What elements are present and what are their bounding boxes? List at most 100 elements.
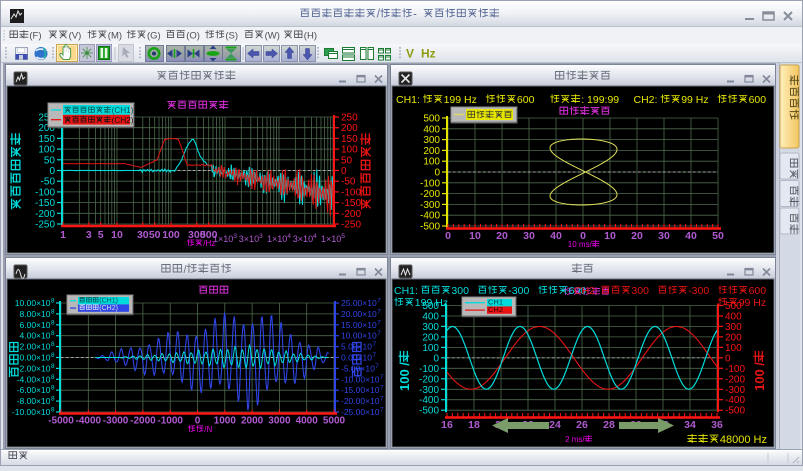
svg-text:28: 28	[603, 419, 615, 431]
svg-text:40: 40	[550, 230, 562, 242]
svg-text:-500: -500	[419, 406, 439, 417]
svg-text:2 ms/: 2 ms/	[565, 435, 585, 444]
svg-text:600: 600	[749, 94, 767, 106]
svg-text:20.00×10: 20.00×10	[341, 309, 377, 319]
svg-text:-3000: -3000	[103, 416, 129, 427]
svg-text:(W): (W)	[265, 31, 280, 42]
svg-text:-300: -300	[508, 285, 529, 297]
svg-text:CH1:: CH1:	[394, 285, 418, 297]
svg-text:(M): (M)	[108, 31, 122, 42]
svg-text:8: 8	[51, 330, 55, 337]
svg-text:(CH1): (CH1)	[99, 298, 118, 305]
svg-text:200: 200	[341, 123, 358, 134]
svg-text:CH2: CH2	[488, 305, 503, 314]
svg-text:-20.00×10: -20.00×10	[341, 396, 380, 406]
svg-text:300: 300	[631, 285, 649, 297]
svg-text:3000: 3000	[268, 416, 291, 427]
svg-text:40: 40	[685, 230, 697, 242]
svg-text:400: 400	[423, 124, 440, 135]
svg-text:50: 50	[341, 155, 353, 166]
svg-text:-4000: -4000	[76, 416, 102, 427]
svg-text:1000: 1000	[214, 416, 237, 427]
svg-text:(CH1): (CH1)	[112, 106, 134, 115]
svg-text:-200: -200	[725, 374, 745, 385]
svg-text:100: 100	[162, 229, 180, 241]
svg-text:500: 500	[725, 301, 742, 312]
svg-text:-100: -100	[419, 364, 439, 375]
svg-text:-10.00×10: -10.00×10	[12, 407, 51, 417]
svg-text:-300: -300	[688, 285, 709, 297]
svg-text:-200: -200	[341, 209, 361, 220]
svg-text:7: 7	[377, 308, 381, 315]
svg-text:7: 7	[380, 385, 384, 392]
svg-text:5000: 5000	[323, 416, 346, 427]
svg-text:CH1:: CH1:	[396, 94, 420, 106]
svg-text:-400: -400	[419, 395, 439, 406]
svg-text:10.00×10: 10.00×10	[341, 331, 377, 341]
svg-text:(H): (H)	[304, 31, 317, 42]
svg-text:30: 30	[137, 229, 149, 241]
svg-text:8: 8	[51, 319, 55, 326]
svg-text:99 Hz: 99 Hz	[681, 94, 708, 106]
svg-text:8: 8	[51, 308, 55, 315]
svg-text:7: 7	[375, 363, 379, 370]
svg-text:-100: -100	[35, 187, 55, 198]
svg-text:0: 0	[433, 353, 439, 364]
svg-text:150: 150	[38, 134, 55, 145]
svg-text:-500: -500	[420, 222, 440, 233]
svg-text:7: 7	[380, 407, 384, 414]
svg-text:199 Hz: 199 Hz	[444, 94, 477, 106]
svg-text:-50: -50	[341, 177, 356, 188]
svg-text:200: 200	[725, 332, 742, 343]
svg-text:-100: -100	[420, 178, 440, 189]
svg-text:-150: -150	[35, 198, 55, 209]
svg-text:(G): (G)	[147, 31, 161, 42]
svg-text:18: 18	[468, 419, 480, 431]
svg-text:100 /: 100 /	[397, 362, 412, 391]
svg-text:-25.00×10: -25.00×10	[341, 407, 380, 417]
svg-text:100: 100	[422, 343, 439, 354]
svg-text:8: 8	[51, 407, 55, 414]
svg-text:-300: -300	[420, 200, 440, 211]
svg-text:20: 20	[631, 230, 643, 242]
svg-text:10: 10	[111, 229, 123, 241]
svg-text:24: 24	[549, 419, 561, 431]
svg-text:8: 8	[51, 298, 55, 305]
svg-text:4.00×10: 4.00×10	[20, 331, 51, 341]
svg-text:-200: -200	[420, 189, 440, 200]
svg-text:-400: -400	[725, 395, 745, 406]
svg-text:(O): (O)	[186, 31, 200, 42]
svg-text:(F): (F)	[29, 31, 41, 42]
svg-text:20: 20	[496, 230, 508, 242]
svg-text:3×10: 3×10	[239, 234, 259, 244]
svg-text:6.00×10: 6.00×10	[20, 320, 51, 330]
svg-text:200: 200	[422, 332, 439, 343]
svg-text:50: 50	[44, 155, 56, 166]
svg-text:4: 4	[313, 233, 317, 240]
svg-text:16: 16	[441, 419, 453, 431]
svg-text:50: 50	[712, 230, 724, 242]
svg-text:200: 200	[423, 146, 440, 157]
svg-text:-100: -100	[341, 187, 361, 198]
svg-text:-400: -400	[420, 211, 440, 222]
svg-text:-250: -250	[341, 220, 361, 231]
svg-text:400: 400	[725, 312, 742, 323]
svg-text:48000 Hz: 48000 Hz	[720, 434, 767, 446]
svg-text:-100: -100	[725, 364, 745, 375]
svg-text:99 Hz: 99 Hz	[739, 297, 766, 309]
svg-text:10: 10	[604, 230, 616, 242]
svg-text:500: 500	[422, 301, 439, 312]
svg-text:300: 300	[725, 322, 742, 333]
svg-text:7: 7	[373, 352, 377, 359]
svg-text:1×10: 1×10	[321, 234, 341, 244]
svg-text:100: 100	[341, 145, 358, 156]
svg-text:10: 10	[469, 230, 481, 242]
svg-text:100: 100	[423, 157, 440, 168]
svg-text:-200: -200	[35, 209, 55, 220]
svg-text:-2.00×10: -2.00×10	[17, 363, 51, 373]
svg-text:-6.00×10: -6.00×10	[17, 385, 51, 395]
svg-text:(S): (S)	[225, 31, 238, 42]
svg-text:15.00×10: 15.00×10	[341, 320, 377, 330]
svg-text:1×10: 1×10	[267, 234, 287, 244]
svg-text:(V): (V)	[69, 31, 82, 42]
